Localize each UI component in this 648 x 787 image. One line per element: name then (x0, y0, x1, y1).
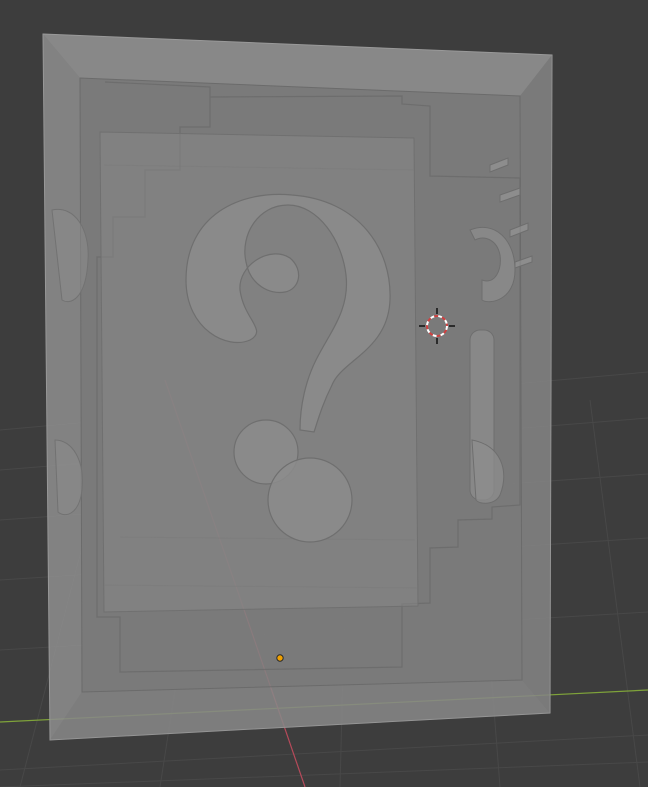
3d-viewport[interactable] (0, 0, 648, 787)
object-origin-icon[interactable] (276, 654, 284, 662)
viewport-canvas[interactable] (0, 0, 648, 787)
question-block-box[interactable] (42, 33, 553, 741)
